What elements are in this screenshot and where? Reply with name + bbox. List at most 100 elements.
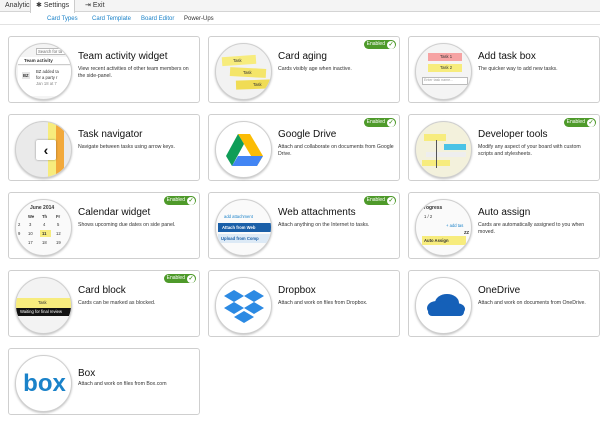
dropbox-illustration xyxy=(215,277,272,334)
powerup-description: Attach anything on the Internet to tasks… xyxy=(278,222,370,228)
subnav-power-ups[interactable]: Power-Ups xyxy=(184,13,214,25)
mini-add-task: + add tas xyxy=(446,223,464,228)
powerup-title: Dropbox xyxy=(278,285,316,296)
mini-day-fr: Fr xyxy=(56,214,61,219)
team-activity-illustration: Search for ta Team activity BZ BZ added … xyxy=(15,43,72,100)
box-illustration: box xyxy=(15,355,72,412)
enabled-badge[interactable]: Enabled ✓ xyxy=(363,118,396,127)
powerup-description: The quicker way to add new tasks. xyxy=(478,66,558,72)
task-navigator-illustration: ‹ xyxy=(15,121,72,178)
powerup-title: OneDrive xyxy=(478,285,521,296)
box-logo: box xyxy=(23,370,66,397)
subnav-card-types[interactable]: Card Types xyxy=(47,13,78,25)
powerup-card-dropbox[interactable]: Dropbox Attach and work on files from Dr… xyxy=(208,270,400,337)
mini-date: 12 xyxy=(56,231,61,236)
calendar-illustration: June 2014 We Th Fr 2 3 4 5 9 10 11 12 17… xyxy=(15,199,72,256)
check-icon: ✓ xyxy=(387,40,395,49)
auto-assign-illustration: rogress 1 / 2 + add tas ZZ Auto Assign xyxy=(415,199,472,256)
enabled-badge[interactable]: Enabled ✓ xyxy=(563,118,596,127)
enabled-badge-label: Enabled xyxy=(166,197,185,203)
mini-date: 3 xyxy=(29,222,32,227)
onedrive-illustration xyxy=(415,277,472,334)
onedrive-icon xyxy=(427,294,465,316)
mini-progress-header: rogress xyxy=(424,205,443,211)
powerup-card-google-drive[interactable]: Enabled ✓ Google Drive Attach and collabo… xyxy=(208,114,400,181)
top-bar: Analytics ✱ Settings ⇥ Exit xyxy=(0,0,600,13)
mini-block-status: Waiting for final review xyxy=(20,309,62,314)
check-icon: ✓ xyxy=(587,118,595,127)
powerup-card-box[interactable]: box Box Attach and work on files from Bo… xyxy=(8,348,200,415)
enabled-badge-label: Enabled xyxy=(366,41,385,47)
mini-calendar-month: June 2014 xyxy=(30,205,55,211)
powerup-description: Attach and work on files from Dropbox. xyxy=(278,300,368,306)
mini-task-2: Task 2 xyxy=(440,65,453,70)
mini-task-placeholder: Enter task name... xyxy=(424,78,454,82)
mini-date: 2 xyxy=(18,222,21,227)
gear-icon: ✱ xyxy=(36,2,42,9)
powerup-card-team-activity-widget[interactable]: Search for ta Team activity BZ BZ added … xyxy=(8,36,200,103)
powerup-description: View recent activities of other team mem… xyxy=(78,66,189,79)
powerup-card-developer-tools[interactable]: Enabled ✓ Developer tools Modify any aspe… xyxy=(408,114,600,181)
mini-search-text: Search for ta xyxy=(38,49,62,54)
powerup-title: Developer tools xyxy=(478,129,548,140)
mini-date: 9 xyxy=(18,231,21,236)
tab-settings-label: Settings xyxy=(43,2,70,9)
mini-task-1: Task 1 xyxy=(440,54,453,59)
card-block-illustration: Task Waiting for final review xyxy=(15,277,72,334)
powerup-description: Shows upcoming due dates on side panel. xyxy=(78,222,176,228)
mini-block-card: Task xyxy=(38,300,47,305)
enabled-badge[interactable]: Enabled ✓ xyxy=(163,196,196,205)
mini-date: 19 xyxy=(56,240,61,245)
mini-date: 18 xyxy=(42,240,47,245)
check-icon: ✓ xyxy=(187,196,195,205)
google-drive-illustration xyxy=(215,121,272,178)
enabled-badge-label: Enabled xyxy=(566,119,585,125)
powerup-title: Task navigator xyxy=(78,129,143,140)
powerup-title: Add task box xyxy=(478,51,536,62)
powerup-title: Google Drive xyxy=(278,129,337,140)
enabled-badge-label: Enabled xyxy=(366,197,385,203)
powerup-card-card-aging[interactable]: Enabled ✓ Task Task Task Card aging Cards… xyxy=(208,36,400,103)
powerup-title: Auto assign xyxy=(478,207,531,218)
powerup-description: Cards visibly age when inactive. xyxy=(278,66,352,72)
powerup-card-add-task-box[interactable]: Task 1 Task 2 Enter task name... Add tas… xyxy=(408,36,600,103)
mini-add-attachment: add attachment xyxy=(224,214,253,219)
enabled-badge[interactable]: Enabled ✓ xyxy=(163,274,196,283)
powerup-description: Attach and collaborate on documents from… xyxy=(278,144,394,157)
subnav-board-editor[interactable]: Board Editor xyxy=(141,13,174,25)
mini-avatar: BZ xyxy=(22,72,30,79)
mini-aging-card-3: Task xyxy=(253,82,262,87)
tab-settings[interactable]: ✱ Settings xyxy=(30,0,75,13)
enabled-badge-label: Enabled xyxy=(366,119,385,125)
powerup-card-calendar-widget[interactable]: Enabled ✓ June 2014 We Th Fr 2 3 4 5 9 10… xyxy=(8,192,200,259)
powerup-description: Attach and work on documents from OneDri… xyxy=(478,300,586,306)
powerup-card-auto-assign[interactable]: rogress 1 / 2 + add tas ZZ Auto Assign A… xyxy=(408,192,600,259)
tab-analytics-label: Analytics xyxy=(5,2,34,9)
powerup-title: Web attachments xyxy=(278,207,356,218)
check-icon: ✓ xyxy=(387,118,395,127)
add-task-box-illustration: Task 1 Task 2 Enter task name... xyxy=(415,43,472,100)
enabled-badge-label: Enabled xyxy=(166,275,185,281)
google-drive-icon xyxy=(226,134,263,166)
enabled-badge[interactable]: Enabled ✓ xyxy=(363,40,396,49)
mini-activity-date: Jan 18 at 7 xyxy=(36,81,57,86)
mini-day-we: We xyxy=(28,214,35,219)
powerup-title: Box xyxy=(78,368,96,379)
powerup-card-task-navigator[interactable]: ‹ Task navigator Navigate between tasks … xyxy=(8,114,200,181)
tab-exit[interactable]: ⇥ Exit xyxy=(80,0,110,12)
mini-header-text: Team activity xyxy=(24,58,53,63)
tab-exit-label: Exit xyxy=(92,2,105,9)
mini-activity-line2: for a party r xyxy=(36,75,58,80)
subnav-card-template[interactable]: Card Template xyxy=(92,13,131,25)
dropbox-icon xyxy=(224,290,264,323)
mini-date: 17 xyxy=(28,240,33,245)
powerup-card-onedrive[interactable]: OneDrive Attach and work on documents fr… xyxy=(408,270,600,337)
powerup-card-card-block[interactable]: Enabled ✓ Task Waiting for final review C… xyxy=(8,270,200,337)
enabled-badge[interactable]: Enabled ✓ xyxy=(363,196,396,205)
exit-icon: ⇥ xyxy=(85,2,91,9)
powerup-title: Calendar widget xyxy=(78,207,151,218)
web-attachments-illustration: add attachment Attach from Web Upload fr… xyxy=(215,199,272,256)
developer-tools-icon xyxy=(416,122,471,177)
mini-attach-web-button: Attach from Web xyxy=(222,225,256,230)
powerup-card-web-attachments[interactable]: Enabled ✓ add attachment Attach from Web … xyxy=(208,192,400,259)
